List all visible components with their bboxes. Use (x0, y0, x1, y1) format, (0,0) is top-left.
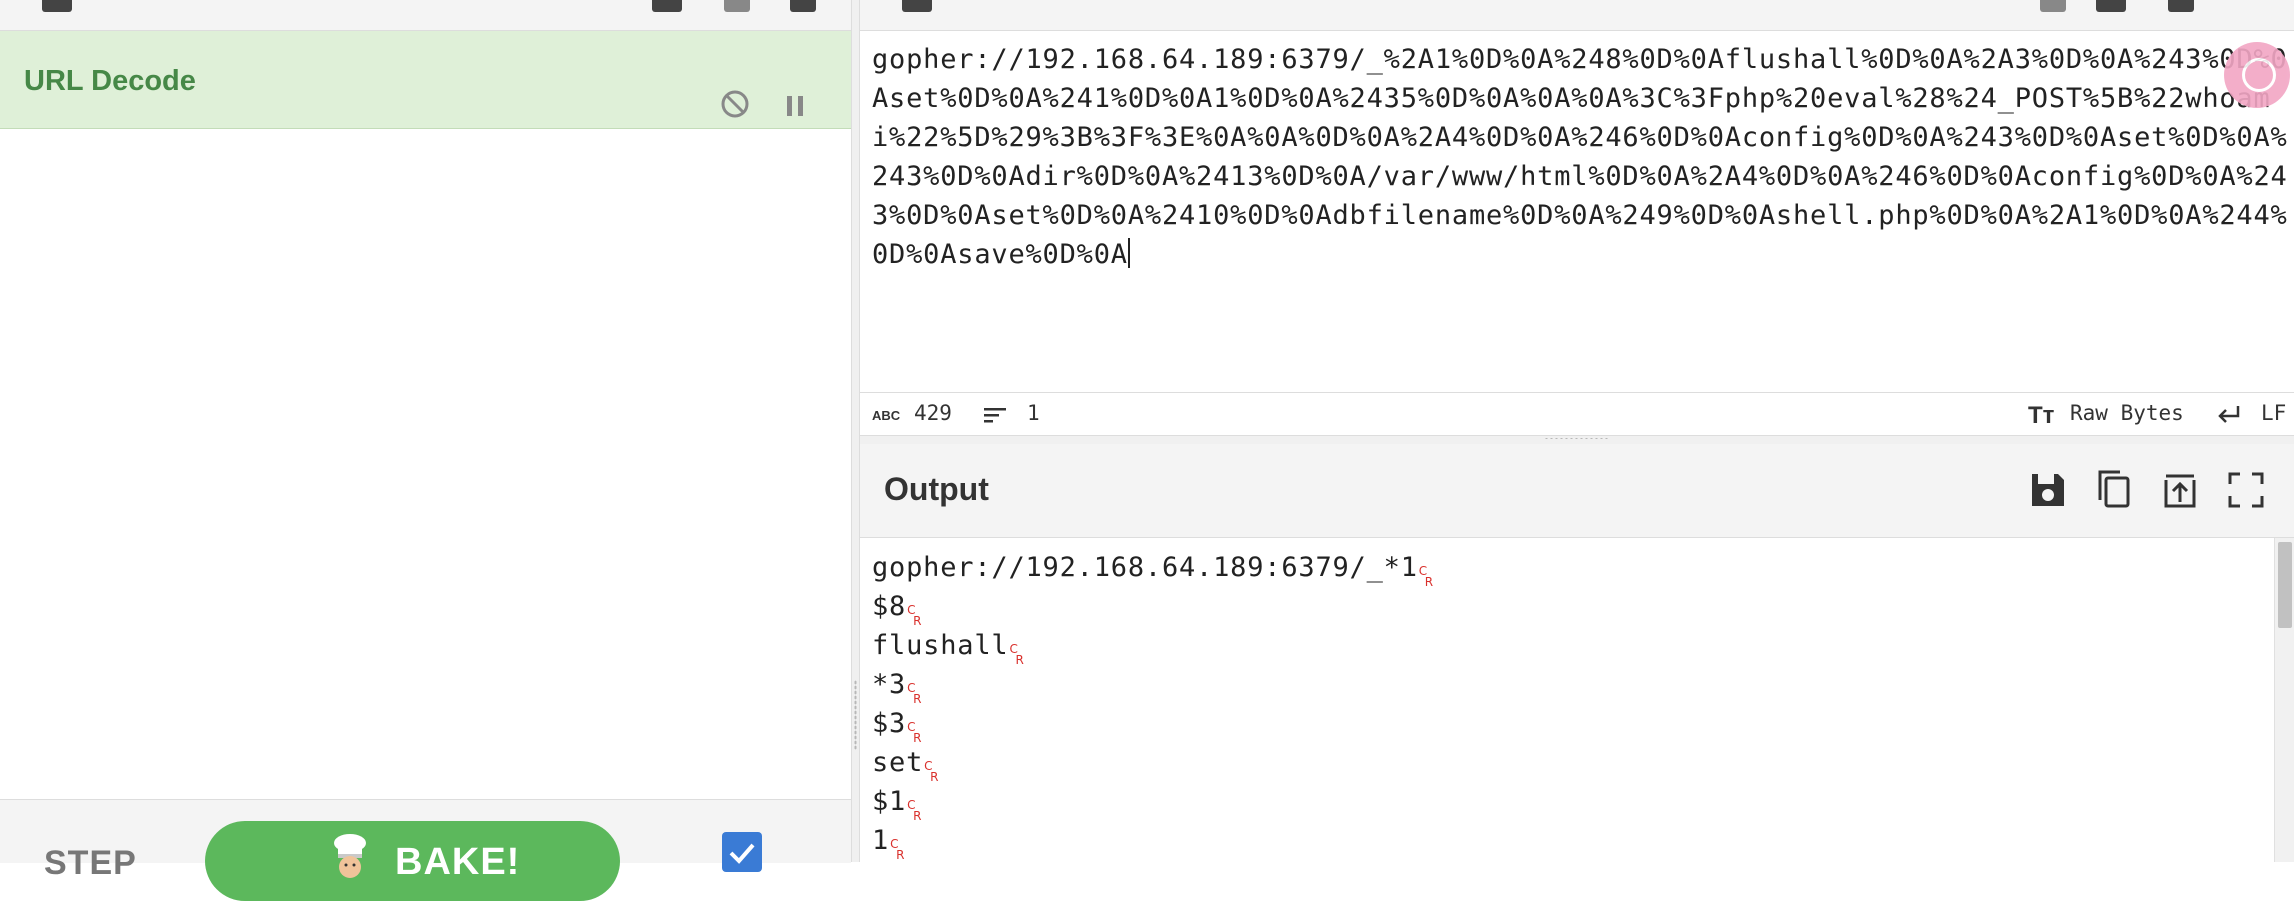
recipe-header (0, 0, 851, 31)
input-value: gopher://192.168.64.189:6379/_%2A1%0D%0A… (872, 44, 2288, 270)
disable-icon[interactable] (720, 89, 750, 119)
output-line: $3 (872, 704, 2262, 758)
output-line-text: *3 (872, 669, 907, 700)
clear-input-icon[interactable] (2168, 0, 2194, 12)
carriage-return-icon (1009, 630, 1024, 680)
checkmark-icon (729, 843, 755, 864)
abc-icon: ABC (872, 408, 901, 423)
recipe-pane: URL Decode STEP BAKE! (0, 0, 851, 901)
load-recipe-icon[interactable] (724, 0, 750, 12)
output-line: flushall (872, 626, 2262, 680)
save-recipe-icon[interactable] (652, 0, 682, 12)
input-status-bar: ABC 429 1 Tт Raw Bytes LF (860, 392, 2294, 436)
carriage-return-icon (907, 786, 922, 836)
chef-icon (334, 834, 366, 878)
eol-label[interactable]: LF (2261, 401, 2286, 425)
step-button[interactable]: STEP (44, 844, 137, 883)
scrollbar-thumb[interactable] (2278, 542, 2292, 628)
output-line-text: $3 (872, 708, 907, 739)
copy-icon[interactable] (2092, 468, 2136, 512)
eol-icon[interactable] (2216, 403, 2242, 425)
operation-title: URL Decode (24, 65, 196, 97)
controls-bar: STEP BAKE! (0, 799, 851, 901)
output-textarea[interactable]: gopher://192.168.64.189:6379/_*1 $8 flus… (872, 548, 2262, 862)
output-line: 1 (872, 821, 2262, 862)
auto-bake-checkbox[interactable] (722, 832, 762, 872)
output-line-text: $1 (872, 786, 907, 817)
text-cursor (1127, 238, 1130, 268)
input-textarea[interactable]: gopher://192.168.64.189:6379/_%2A1%0D%0A… (872, 40, 2292, 390)
output-line: set (872, 743, 2262, 797)
add-input-icon[interactable] (2040, 0, 2066, 12)
carriage-return-icon (890, 825, 905, 862)
replace-input-icon[interactable] (2158, 468, 2202, 512)
clear-recipe-icon[interactable] (790, 0, 816, 12)
bake-button[interactable]: BAKE! (205, 821, 620, 901)
input-lines: 1 (1027, 401, 1040, 425)
pane-divider[interactable] (851, 0, 860, 862)
input-title-stub (902, 0, 932, 12)
resizer-grip-icon[interactable] (1544, 437, 1608, 441)
output-line-text: $8 (872, 591, 907, 622)
output-title: Output (884, 471, 989, 507)
output-line: *3 (872, 665, 2262, 719)
output-line: $8 (872, 587, 2262, 641)
open-file-icon[interactable] (2096, 0, 2126, 12)
carriage-return-icon (907, 708, 922, 758)
lines-icon (984, 408, 1006, 423)
output-scrollbar[interactable] (2274, 538, 2294, 862)
maximize-icon[interactable] (2224, 468, 2268, 512)
output-line: $1 (872, 782, 2262, 836)
recipe-title-stub (42, 0, 72, 12)
input-header (860, 0, 2294, 31)
operation-url-decode[interactable]: URL Decode (0, 31, 851, 129)
save-icon[interactable] (2026, 468, 2070, 512)
text-encoding-icon[interactable]: Tт (2028, 402, 2054, 430)
divider-grip-icon[interactable] (854, 680, 857, 750)
bake-label: BAKE! (395, 841, 521, 883)
output-line: gopher://192.168.64.189:6379/_*1 (872, 548, 2262, 602)
carriage-return-icon (907, 669, 922, 719)
input-length: 429 (914, 401, 952, 425)
output-line-text: gopher://192.168.64.189:6379/_*1 (872, 552, 1418, 583)
output-line-text: flushall (872, 630, 1009, 661)
carriage-return-icon (924, 747, 939, 797)
output-line-text: 1 (872, 825, 890, 856)
io-pane: gopher://192.168.64.189:6379/_%2A1%0D%0A… (860, 0, 2294, 862)
pause-icon[interactable] (782, 93, 808, 119)
avatar[interactable] (2224, 42, 2290, 108)
text-encoding-label[interactable]: Raw Bytes (2070, 401, 2184, 425)
carriage-return-icon (1419, 552, 1434, 602)
output-header: Output (860, 444, 2294, 538)
carriage-return-icon (907, 591, 922, 641)
